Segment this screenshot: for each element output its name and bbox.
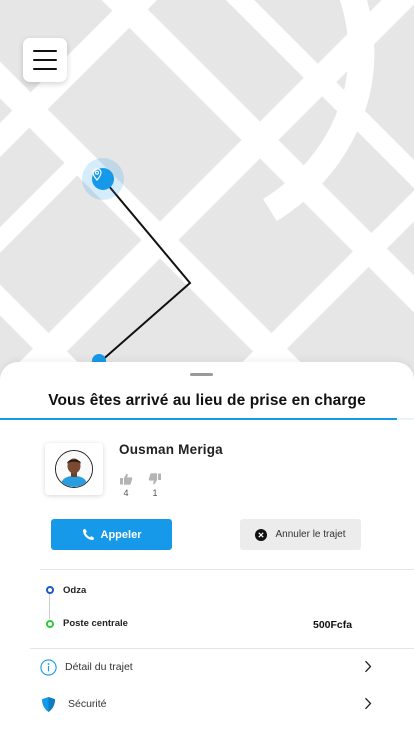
chevron-right-icon (365, 660, 372, 673)
info-icon (40, 658, 57, 676)
divider (40, 569, 414, 570)
end-location: Poste centrale (63, 618, 128, 629)
progress-bar (0, 418, 414, 420)
end-point-icon (46, 620, 54, 628)
start-location: Odza (63, 585, 87, 596)
avatar-icon (55, 450, 93, 488)
trip-details-row[interactable]: Détail du trajet (40, 656, 380, 678)
trip-details-label: Détail du trajet (65, 661, 133, 673)
driver-avatar (45, 443, 103, 495)
phone-icon (82, 528, 94, 541)
divider (30, 648, 414, 649)
dislike-count: 1 (152, 488, 158, 498)
driver-name: Ousman Meriga (119, 442, 223, 457)
cancel-trip-button[interactable]: Annuler le trajet (240, 519, 361, 550)
sheet-grabber[interactable] (190, 373, 213, 376)
progress-fill (0, 418, 398, 420)
security-label: Sécurité (68, 698, 107, 710)
security-row[interactable]: Sécurité (40, 693, 380, 715)
thumbs-down-icon (148, 473, 161, 485)
trip-bottom-sheet: Vous êtes arrivé au lieu de prise en cha… (0, 362, 414, 736)
location-pin-icon[interactable] (92, 168, 114, 190)
like-count: 4 (123, 488, 129, 498)
map-view[interactable] (0, 0, 414, 400)
trip-price: 500Fcfa (313, 619, 353, 631)
hamburger-menu-icon[interactable] (23, 38, 67, 82)
sheet-title: Vous êtes arrivé au lieu de prise en cha… (48, 392, 366, 409)
call-button-label: Appeler (100, 528, 142, 541)
start-point-icon (46, 586, 54, 594)
call-button[interactable]: Appeler (51, 519, 172, 550)
trip-route-line (49, 594, 50, 619)
dislike-rating[interactable]: 1 (148, 473, 162, 498)
chevron-right-icon (365, 697, 372, 710)
like-rating[interactable]: 4 (119, 473, 133, 498)
cancel-button-label: Annuler le trajet (275, 529, 346, 540)
thumbs-up-icon (120, 473, 133, 485)
shield-icon (40, 696, 57, 713)
close-icon (255, 528, 268, 541)
